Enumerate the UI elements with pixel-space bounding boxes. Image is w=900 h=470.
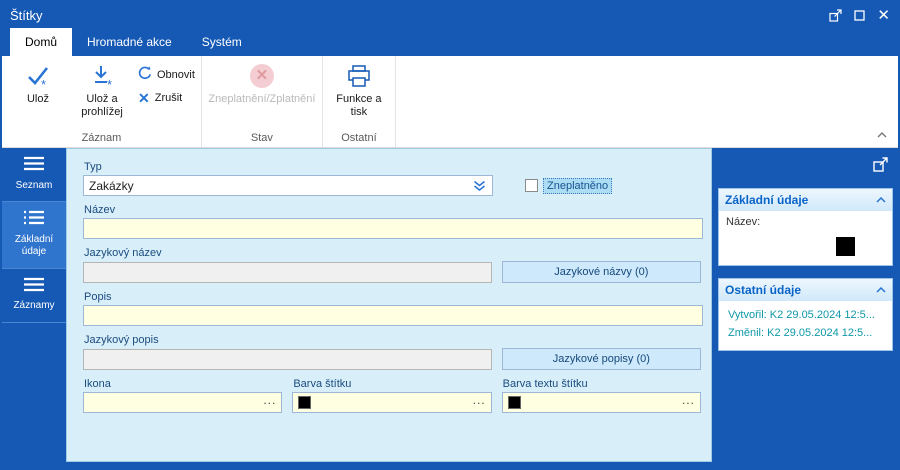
save-button-label: Ulož xyxy=(26,93,49,105)
window-body: Seznam Základní údaje Záznamy Typ Zakázk… xyxy=(2,148,898,468)
save-check-icon: * xyxy=(25,62,51,90)
titlebar: Štítky ✕ xyxy=(2,2,898,28)
zakladni-udaje-card-body: Název: xyxy=(719,211,892,265)
barva-stitku-input[interactable]: ... xyxy=(292,392,492,413)
zneplatneno-checkbox-label[interactable]: Zneplatněno xyxy=(543,177,613,194)
window-maximize-icon[interactable] xyxy=(854,9,866,21)
jazykove-nazvy-button[interactable]: Jazykové názvy (0) xyxy=(501,261,701,283)
barva-stitku-ellipsis-button[interactable]: ... xyxy=(473,394,486,411)
records-icon xyxy=(23,277,45,297)
ribbon-tabbar: Domů Hromadné akce Systém xyxy=(2,28,898,56)
collapse-chevron-icon[interactable] xyxy=(876,287,886,293)
typ-value: Zakázky xyxy=(89,178,134,193)
barva-textu-stitku-ellipsis-button[interactable]: ... xyxy=(682,394,695,411)
tab-hromadne-akce[interactable]: Hromadné akce xyxy=(72,28,187,56)
changed-by-text: Změnil: K2 29.05.2024 12:5... xyxy=(728,327,873,339)
left-sidebar: Seznam Základní údaje Záznamy xyxy=(2,148,66,462)
ikona-label: Ikona xyxy=(84,378,111,390)
group-label-stav: Stav xyxy=(250,132,273,144)
refresh-button[interactable]: Obnovit xyxy=(138,66,195,83)
tab-domu[interactable]: Domů xyxy=(10,28,73,56)
svg-text:*: * xyxy=(41,77,46,89)
typ-combobox[interactable]: Zakázky xyxy=(83,175,493,196)
zakladni-udaje-card: Základní údaje Název: xyxy=(718,188,893,266)
collapse-chevron-icon[interactable] xyxy=(876,197,886,203)
window-close-icon[interactable]: ✕ xyxy=(877,8,890,23)
save-button[interactable]: * Ulož xyxy=(6,58,70,124)
functions-print-button-label: Funkce a tisk xyxy=(336,93,382,119)
ostatni-udaje-card-body: Vytvořil: K2 29.05.2024 12:5... Změnil: … xyxy=(719,301,892,350)
save-arrow-icon: * xyxy=(89,62,115,90)
functions-print-button[interactable]: Funkce a tisk xyxy=(327,58,391,124)
window-controls: ✕ xyxy=(829,8,890,23)
ostatni-udaje-card: Ostatní údaje Vytvořil: K2 29.05.2024 12… xyxy=(718,278,893,351)
barva-stitku-swatch[interactable] xyxy=(298,396,312,409)
sidebar-item-label: Základní údaje xyxy=(14,233,54,258)
jazykove-popisy-button[interactable]: Jazykové popisy (0) xyxy=(501,348,701,370)
cancel-x-icon: ✕ xyxy=(138,90,150,106)
barva-stitku-label: Barva štítku xyxy=(293,378,352,390)
zneplatneno-checkbox[interactable] xyxy=(525,179,538,192)
ikona-ellipsis-button[interactable]: ... xyxy=(263,394,276,411)
ribbon-group-zaznam: * Ulož * Ulož a prohlížej Obnovit ✕ Zruš… xyxy=(2,56,202,147)
barva-textu-stitku-label: Barva textu štítku xyxy=(502,378,588,390)
zakladni-udaje-card-title: Základní údaje xyxy=(725,193,809,207)
sidebar-item-label: Záznamy xyxy=(13,300,55,311)
sidebar-item-zaznamy[interactable]: Záznamy xyxy=(2,269,66,323)
ribbon-collapse-icon[interactable] xyxy=(876,125,888,143)
panel-nazev-color-preview xyxy=(836,237,855,256)
ribbon-group-ostatni: Funkce a tisk Ostatní xyxy=(323,56,396,147)
created-by-text: Vytvořil: K2 29.05.2024 12:5... xyxy=(728,309,875,321)
refresh-icon xyxy=(138,66,152,83)
right-info-panel: Základní údaje Název: Ostatní údaje Vytv… xyxy=(712,148,898,462)
jazykovy-popis-input[interactable] xyxy=(83,348,492,370)
invalidate-icon: ✕ xyxy=(249,62,274,90)
sidebar-item-seznam[interactable]: Seznam xyxy=(2,148,66,202)
panel-nazev-label: Název: xyxy=(726,216,761,228)
jazykovy-popis-label: Jazykový popis xyxy=(84,334,159,346)
tab-system[interactable]: Systém xyxy=(187,28,257,56)
ostatni-udaje-card-title: Ostatní údaje xyxy=(725,283,802,297)
save-and-view-button-label: Ulož a prohlížej xyxy=(81,93,123,119)
dropdown-chevrons-icon[interactable] xyxy=(472,180,487,192)
invalidate-button[interactable]: ✕ Zneplatnění/Zplatnění xyxy=(206,58,318,124)
zakladni-udaje-card-header[interactable]: Základní údaje xyxy=(719,189,892,211)
nazev-input[interactable] xyxy=(83,218,703,239)
window-title: Štítky xyxy=(10,7,43,23)
save-and-view-button[interactable]: * Ulož a prohlížej xyxy=(70,58,134,124)
popout-panel-icon[interactable] xyxy=(872,156,889,178)
ostatni-udaje-card-header[interactable]: Ostatní údaje xyxy=(719,279,892,301)
sidebar-item-label: Seznam xyxy=(15,179,53,191)
ribbon-group-stav: ✕ Zneplatnění/Zplatnění Stav xyxy=(202,56,323,147)
main-form: Typ Zakázky Zneplatněno Název Jazykový n… xyxy=(66,148,712,462)
stitky-window: Štítky ✕ Domů Hromadné akce Systém * Ulo xyxy=(0,0,900,470)
typ-label: Typ xyxy=(84,161,102,173)
cancel-button[interactable]: ✕ Zrušit xyxy=(138,91,195,105)
cancel-button-label: Zrušit xyxy=(154,92,183,104)
group-label-ostatni: Ostatní xyxy=(341,132,377,144)
barva-textu-stitku-swatch[interactable] xyxy=(507,396,521,409)
ribbon: * Ulož * Ulož a prohlížej Obnovit ✕ Zruš… xyxy=(2,56,898,148)
group-label-zaznam: Záznam xyxy=(81,132,122,144)
barva-textu-stitku-input[interactable]: ... xyxy=(501,392,701,413)
refresh-button-label: Obnovit xyxy=(157,68,195,81)
detail-list-icon xyxy=(23,210,45,230)
svg-text:*: * xyxy=(107,77,112,89)
jazykovy-nazev-label: Jazykový název xyxy=(84,247,162,259)
jazykovy-nazev-input[interactable] xyxy=(83,261,492,283)
nazev-label: Název xyxy=(84,204,116,216)
printer-icon xyxy=(346,62,372,90)
popis-label: Popis xyxy=(84,291,112,303)
list-icon xyxy=(23,156,45,176)
ikona-input[interactable]: ... xyxy=(83,392,283,413)
sidebar-item-zakladni-udaje[interactable]: Základní údaje xyxy=(2,202,66,269)
window-float-icon[interactable] xyxy=(829,8,843,22)
popis-input[interactable] xyxy=(83,305,703,326)
invalidate-button-label: Zneplatnění/Zplatnění xyxy=(208,93,316,105)
